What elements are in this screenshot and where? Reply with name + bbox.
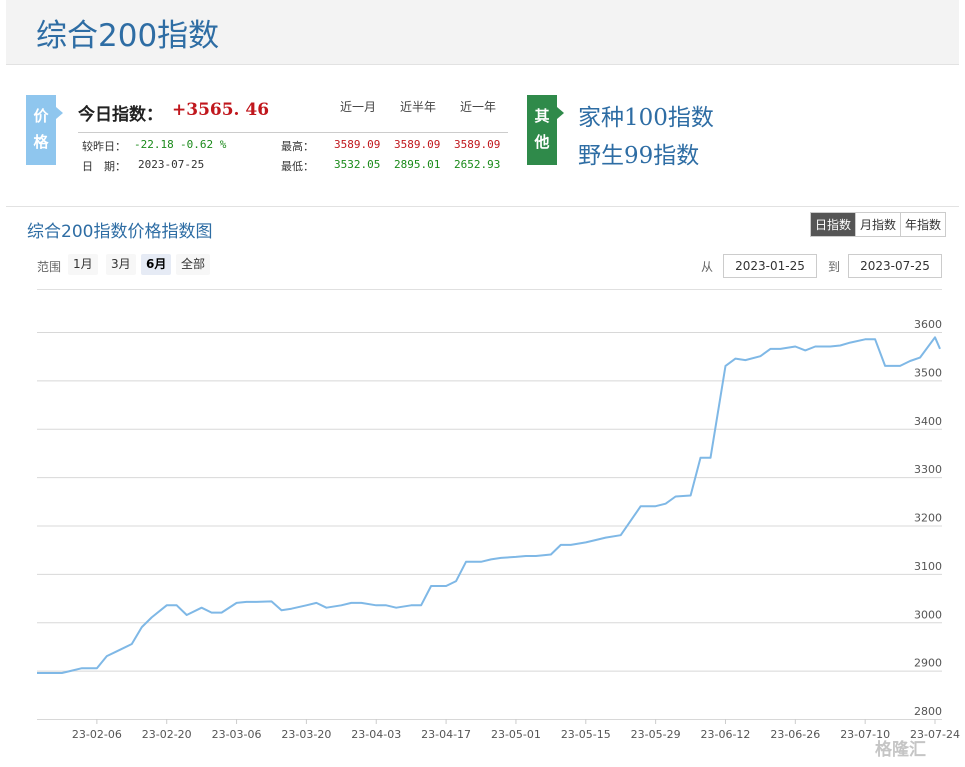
today-index-value: +3565. 46 xyxy=(172,100,270,120)
date-value: 2023-07-25 xyxy=(138,158,205,171)
other-tag-char: 其 xyxy=(534,107,550,125)
change-pct: -0.62 % xyxy=(180,138,227,151)
x-tick-label: 23-05-01 xyxy=(491,728,541,741)
tab-yearly-index[interactable]: 年指数 xyxy=(901,213,946,236)
x-tick-label: 23-06-26 xyxy=(770,728,820,741)
period-header-month: 近一月 xyxy=(340,100,377,114)
link-wild-99-index[interactable]: 野生99指数 xyxy=(578,136,699,170)
y-tick-label: 3400 xyxy=(914,415,942,428)
y-tick-label: 3200 xyxy=(914,512,942,525)
period-header-half-year: 近半年 xyxy=(400,100,437,114)
to-date-input[interactable]: 2023-07-25 xyxy=(848,254,942,278)
high-year: 3589.09 xyxy=(454,138,501,151)
x-tick-label: 23-02-06 xyxy=(72,728,122,741)
high-month: 3589.09 xyxy=(334,138,381,151)
price-tag-char: 价 xyxy=(33,107,49,125)
range-button-1m[interactable]: 1月 xyxy=(68,254,98,275)
other-tag: 其 他 xyxy=(527,95,564,165)
tab-daily-index[interactable]: 日指数 xyxy=(811,213,857,236)
watermark: 格隆汇 xyxy=(875,740,926,760)
today-index-label: 今日指数： xyxy=(78,105,163,125)
link-cultivated-100-index[interactable]: 家种100指数 xyxy=(578,98,714,132)
y-tick-label: 3100 xyxy=(914,560,942,573)
title-bar: 综合200指数 xyxy=(6,0,959,65)
price-tag: 价 格 xyxy=(26,95,63,165)
x-tick-label: 23-04-03 xyxy=(351,728,401,741)
y-tick-label: 3000 xyxy=(914,608,942,621)
x-tick-label: 23-04-17 xyxy=(421,728,471,741)
range-label: 范围 xyxy=(37,260,62,274)
y-tick-label: 3600 xyxy=(914,318,942,331)
to-label: 到 xyxy=(828,260,841,274)
high-half-year: 3589.09 xyxy=(394,138,441,151)
divider xyxy=(78,132,508,133)
y-tick-label: 3500 xyxy=(914,366,942,379)
change-label: 较昨日： xyxy=(82,140,126,153)
y-tick-label: 2800 xyxy=(914,705,942,718)
x-tick-label: 23-03-06 xyxy=(212,728,262,741)
y-tick-label: 3300 xyxy=(914,463,942,476)
period-header-year: 近一年 xyxy=(460,100,497,114)
x-tick-label: 23-05-29 xyxy=(631,728,681,741)
low-month: 3532.05 xyxy=(334,158,381,171)
low-year: 2652.93 xyxy=(454,158,501,171)
low-label: 最低： xyxy=(281,160,314,173)
other-tag-char: 他 xyxy=(534,133,550,151)
range-button-3m[interactable]: 3月 xyxy=(106,254,136,275)
chart-title: 综合200指数价格指数图 xyxy=(27,222,213,242)
line-chart: 2800 2900 3000 3100 3200 3300 3400 3500 3600 23-0… xyxy=(37,289,960,741)
x-tick-label: 23-02-20 xyxy=(142,728,192,741)
view-tabs: 日指数 月指数 年指数 xyxy=(810,212,947,237)
tab-monthly-index[interactable]: 月指数 xyxy=(856,213,902,236)
price-tag-char: 格 xyxy=(33,133,49,151)
change-abs: -22.18 xyxy=(134,138,174,151)
high-label: 最高： xyxy=(281,140,314,153)
y-tick-label: 2900 xyxy=(914,657,942,670)
page-title: 综合200指数 xyxy=(36,18,220,54)
x-tick-label: 23-03-20 xyxy=(281,728,331,741)
section-divider xyxy=(6,206,959,207)
from-label: 从 xyxy=(701,260,714,274)
x-tick-label: 23-05-15 xyxy=(561,728,611,741)
range-button-6m[interactable]: 6月 xyxy=(141,254,172,275)
x-tick-label: 23-06-12 xyxy=(701,728,751,741)
from-date-input[interactable]: 2023-01-25 xyxy=(723,254,817,278)
date-label: 日 期： xyxy=(82,160,126,173)
range-button-all[interactable]: 全部 xyxy=(176,254,211,275)
low-half-year: 2895.01 xyxy=(394,158,441,171)
